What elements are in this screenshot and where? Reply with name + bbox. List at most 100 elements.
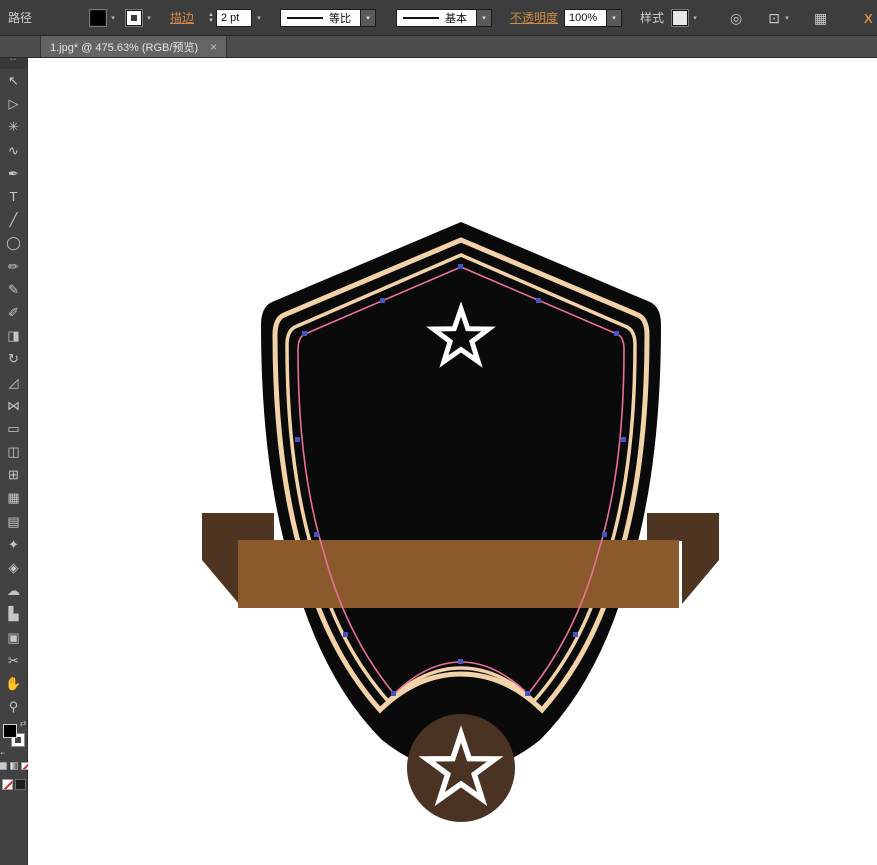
fill-color-control[interactable]: ▾	[90, 10, 118, 26]
transform-icon[interactable]: ⊡	[768, 11, 780, 25]
width-tool[interactable]: ⋈	[1, 394, 27, 417]
anchor-point[interactable]	[314, 532, 319, 537]
eraser-tool[interactable]: ◨	[1, 324, 27, 347]
recolor-artwork-icon[interactable]: ◎	[730, 11, 742, 25]
pen-tool[interactable]: ✒	[1, 162, 27, 185]
symbol-sprayer-tool[interactable]: ☁	[1, 579, 27, 602]
dark-swatch[interactable]	[15, 779, 26, 790]
anchor-point[interactable]	[536, 298, 541, 303]
blob-brush-tool[interactable]: ✐	[1, 301, 27, 324]
spin-down-icon[interactable]: ▼	[208, 18, 214, 24]
stroke-color-control[interactable]: ▾	[126, 10, 154, 26]
artboard-tool[interactable]: ▣	[1, 626, 27, 649]
zoom-tool[interactable]: ⚲	[1, 695, 27, 718]
stroke-panel-link[interactable]: 描边	[170, 9, 194, 26]
brush-definition-combo[interactable]: 基本 ▾	[396, 9, 492, 27]
artwork-svg	[28, 58, 877, 865]
mesh-tool[interactable]: ▦	[1, 486, 27, 509]
symbol-sprayer-tool-icon: ☁	[7, 584, 20, 597]
anchor-point[interactable]	[602, 532, 607, 537]
anchor-point[interactable]	[458, 264, 463, 269]
canvas[interactable]	[28, 58, 877, 865]
close-icon[interactable]: ×	[210, 41, 217, 53]
mesh-tool-icon: ▦	[7, 491, 19, 504]
chevron-down-icon[interactable]: ▾	[108, 14, 118, 22]
fill-color-swatch[interactable]	[90, 10, 106, 26]
type-tool[interactable]: T	[1, 185, 27, 208]
hand-tool[interactable]: ✋	[1, 672, 27, 695]
scale-tool[interactable]: ◿	[1, 370, 27, 393]
rotate-tool[interactable]: ↻	[1, 347, 27, 370]
anchor-point[interactable]	[380, 298, 385, 303]
paintbrush-tool[interactable]: ✏	[1, 255, 27, 278]
pencil-tool[interactable]: ✎	[1, 278, 27, 301]
lasso-tool-icon: ∿	[8, 144, 19, 157]
width-profile-combo[interactable]: 等比 ▾	[280, 9, 376, 27]
slice-tool[interactable]: ✂	[1, 649, 27, 672]
toolbar-collapse-button[interactable]: ˆˆ	[0, 58, 28, 69]
stroke-profile-line-icon	[287, 17, 323, 19]
chevron-down-icon[interactable]: ▾	[782, 14, 792, 22]
stroke-weight-input[interactable]: 2 pt	[216, 9, 252, 27]
anchor-point[interactable]	[458, 659, 463, 664]
chevron-down-icon[interactable]: ▾	[606, 10, 621, 26]
ellipse-tool[interactable]: ◯	[1, 231, 27, 254]
brush-definition-value: 基本	[445, 10, 476, 26]
stroke-color-swatch[interactable]	[126, 10, 142, 26]
free-transform-tool[interactable]: ▭	[1, 417, 27, 440]
width-tool-icon: ⋈	[7, 399, 20, 412]
fill-color-box[interactable]	[3, 724, 17, 738]
chevron-down-icon[interactable]: ▾	[254, 14, 264, 22]
line-segment-tool[interactable]: ╱	[1, 208, 27, 231]
graphic-style-control[interactable]: ▾	[672, 10, 700, 26]
chevron-down-icon[interactable]: ▾	[690, 14, 700, 22]
anchor-point[interactable]	[614, 331, 619, 336]
none-swatch[interactable]	[2, 779, 13, 790]
stroke-weight-stepper[interactable]: ▲ ▼	[208, 12, 214, 24]
tools-panel: ˆˆ ↖▷ ✳ ∿ ✒ T╱ ◯ ✏✎✐◨↻◿ ⋈ ▭ ◫ ⊞ ▦ ▤ ✦ ◈ ☁ ▙▣✂ ✋ ⚲ ⇄ ▪▫	[0, 58, 28, 865]
transform-control[interactable]: ⊡ ▾	[768, 11, 792, 25]
anchor-point[interactable]	[621, 437, 626, 442]
chevron-down-icon[interactable]: ▾	[144, 14, 154, 22]
perspective-grid-tool-icon: ⊞	[8, 468, 19, 481]
shape-builder-tool[interactable]: ◫	[1, 440, 27, 463]
selection-tool[interactable]: ↖	[1, 69, 27, 92]
lasso-tool[interactable]: ∿	[1, 139, 27, 162]
column-graph-tool[interactable]: ▙	[1, 602, 27, 625]
clipped-transform-label: X	[864, 0, 877, 36]
magic-wand-tool[interactable]: ✳	[1, 115, 27, 138]
swap-colors-icon[interactable]: ⇄	[20, 719, 27, 728]
anchor-point[interactable]	[525, 691, 530, 696]
anchor-point[interactable]	[573, 632, 578, 637]
anchor-point[interactable]	[302, 331, 307, 336]
ribbon-band[interactable]	[238, 540, 679, 608]
ellipse-tool-icon: ◯	[6, 236, 21, 249]
graphic-style-swatch[interactable]	[672, 10, 688, 26]
anchor-point[interactable]	[391, 691, 396, 696]
color-button[interactable]	[0, 762, 7, 770]
eyedropper-tool-icon: ✦	[8, 538, 19, 551]
control-bar: 路径 ▾ ▾ 描边 ▲ ▼ 2 pt ▾ 等比 ▾ 基本 ▾ 不透明度 100%…	[0, 0, 877, 36]
free-transform-tool-icon: ▭	[7, 422, 19, 435]
shape-builder-tool-icon: ◫	[7, 445, 19, 458]
blend-tool[interactable]: ◈	[1, 556, 27, 579]
anchor-point[interactable]	[295, 437, 300, 442]
chevron-down-icon[interactable]: ▾	[476, 10, 491, 26]
magic-wand-tool-icon: ✳	[8, 120, 19, 133]
perspective-grid-tool[interactable]: ⊞	[1, 463, 27, 486]
fill-stroke-widget: ⇄ ▪▫	[1, 722, 27, 754]
gradient-button[interactable]	[10, 762, 18, 770]
opacity-panel-link[interactable]: 不透明度	[510, 9, 558, 26]
opacity-value: 100%	[565, 12, 606, 24]
eyedropper-tool[interactable]: ✦	[1, 533, 27, 556]
chevron-down-icon[interactable]: ▾	[360, 10, 375, 26]
hand-tool-icon: ✋	[5, 677, 21, 690]
document-tab[interactable]: 1.jpg* @ 475.63% (RGB/预览) ×	[40, 36, 227, 57]
opacity-combo[interactable]: 100% ▾	[564, 9, 622, 27]
default-colors-icon[interactable]: ▪▫	[1, 751, 5, 757]
anchor-point[interactable]	[343, 632, 348, 637]
pen-tool-icon: ✒	[8, 167, 19, 180]
gradient-tool[interactable]: ▤	[1, 510, 27, 533]
workspace-grid-icon[interactable]: ▦	[814, 11, 827, 25]
direct-selection-tool[interactable]: ▷	[1, 92, 27, 115]
